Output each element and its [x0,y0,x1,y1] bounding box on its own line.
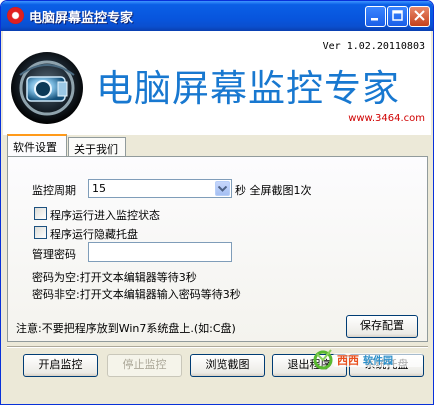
browse-screenshots-button[interactable]: 浏览截图 [190,354,265,377]
period-value: 15 [92,182,106,195]
app-header: Ver 1.02.20110803 电脑屏幕监控专家 www.3464.com [3,31,431,135]
maximize-icon [392,10,403,21]
app-window: 电脑屏幕监控专家 Ver 1.02.20110803 电脑屏幕监控专家 www.… [0,0,434,405]
stop-monitor-button[interactable]: 停止监控 [107,354,182,377]
monitor-on-start-label[interactable]: 程序运行进入监控状态 [50,207,160,223]
hint-empty-password: 密码为空:打开文本编辑器等待3秒 [32,271,197,284]
window-title: 电脑屏幕监控专家 [29,11,134,26]
password-input[interactable] [88,242,232,262]
settings-panel: 监控周期 15 秒 全屏截图1次 程序运行进入监控状态 程序运行隐藏托盘 管理密… [7,156,428,342]
hide-tray-checkbox[interactable] [34,226,47,239]
save-config-button[interactable]: 保存配置 [346,315,418,338]
maximize-button[interactable] [387,6,408,27]
tab-about[interactable]: 关于我们 [68,137,126,156]
title-bar[interactable]: 电脑屏幕监控专家 [1,1,433,31]
hide-tray-label[interactable]: 程序运行隐藏托盘 [50,226,138,242]
app-icon [7,7,24,24]
period-select[interactable]: 15 [88,179,232,198]
site-watermark: 西西 软件园 [313,349,423,370]
watermark-text: 软件园 [363,354,393,367]
close-icon [414,10,425,21]
password-label: 管理密码 [32,248,76,261]
dropdown-button[interactable] [215,181,230,196]
period-label: 监控周期 [32,184,76,197]
minimize-button[interactable] [365,6,386,27]
hint-nonempty-password: 密码非空:打开文本编辑器输入密码等待3秒 [32,288,241,301]
close-button[interactable] [409,6,430,27]
note-text: 注意:不要把程序放到Win7系统盘上.(如:C盘) [16,322,236,335]
minimize-icon [371,18,378,21]
app-name-heading: 电脑屏幕监控专家 [96,67,400,110]
camera-lens-icon [11,52,83,124]
website-link[interactable]: www.3464.com [348,113,425,124]
period-suffix: 秒 全屏截图1次 [235,184,312,197]
version-label: Ver 1.02.20110803 [322,41,425,52]
monitor-on-start-checkbox[interactable] [34,207,47,220]
watermark-brand: 西西 [337,354,359,367]
tab-settings[interactable]: 软件设置 [7,134,67,157]
start-monitor-button[interactable]: 开启监控 [23,354,98,377]
chevron-down-icon [218,186,227,192]
